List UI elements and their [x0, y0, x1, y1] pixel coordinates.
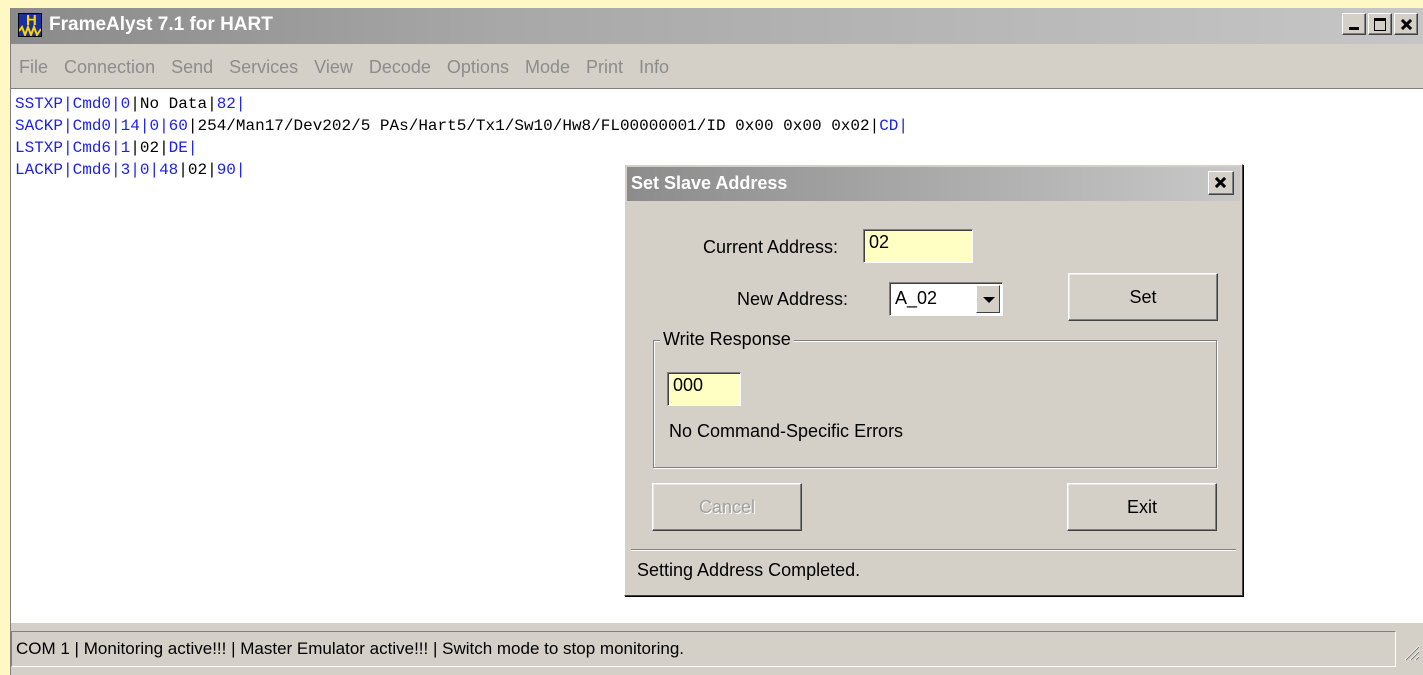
log-segment: |: [178, 161, 188, 179]
log-segment: LSTXP: [15, 139, 64, 157]
menu-bar: File Connection Send Services View Decod…: [11, 52, 677, 82]
new-address-label: New Address:: [737, 289, 849, 309]
log-segment: |: [869, 117, 880, 135]
log-segment: |: [130, 95, 140, 113]
new-address-value: A_02: [895, 288, 938, 308]
log-segment: 0: [149, 117, 160, 135]
window-controls: [1342, 13, 1418, 35]
log-segment: LACKP: [15, 161, 64, 179]
menu-view[interactable]: View: [306, 57, 361, 78]
dialog-title-bar[interactable]: Set Slave Address: [627, 167, 1240, 201]
log-segment: |: [898, 117, 909, 135]
log-segment: 82: [216, 95, 236, 113]
hart-wave-icon[interactable]: H: [18, 13, 42, 37]
window-title: FrameAlyst 7.1 for HART: [49, 14, 273, 35]
log-segment: No Data: [139, 95, 208, 113]
log-segment: |: [63, 161, 73, 179]
maximize-button[interactable]: [1368, 13, 1392, 35]
dialog-close-button[interactable]: [1208, 171, 1234, 195]
log-segment: 3: [120, 161, 131, 179]
write-response-message: No Command-Specific Errors: [669, 421, 904, 441]
menu-decode[interactable]: Decode: [361, 57, 439, 78]
log-segment: SACKP: [15, 117, 64, 135]
log-line: LSTXP|Cmd6|1|02|DE|: [15, 137, 1423, 159]
exit-button[interactable]: Exit: [1067, 483, 1217, 531]
log-segment: |: [63, 117, 73, 135]
log-segment: Cmd6: [72, 161, 112, 179]
menu-services[interactable]: Services: [221, 57, 306, 78]
menu-send[interactable]: Send: [163, 57, 221, 78]
log-segment: |: [111, 117, 121, 135]
log-segment: 14: [120, 117, 140, 135]
dialog-status-text: Setting Address Completed.: [637, 559, 861, 580]
log-line: SSTXP|Cmd0|0|No Data|82|: [15, 93, 1423, 115]
log-segment: CD: [879, 117, 899, 135]
log-segment: Cmd0: [72, 95, 112, 113]
log-segment: Cmd6: [72, 139, 112, 157]
log-segment: |: [63, 139, 73, 157]
chevron-down-icon[interactable]: [976, 285, 1000, 313]
log-segment: |: [63, 95, 73, 113]
status-bar: COM 1 | Monitoring active!!! | Master Em…: [11, 631, 1396, 667]
dialog-title: Set Slave Address: [631, 173, 788, 193]
log-segment: |: [187, 139, 198, 157]
menu-info[interactable]: Info: [631, 57, 677, 78]
log-segment: 90: [216, 161, 236, 179]
log-segment: |: [149, 161, 160, 179]
set-button[interactable]: Set: [1068, 273, 1218, 321]
set-slave-address-dialog: Set Slave Address Current Address: 02 Ne…: [624, 164, 1243, 596]
log-segment: 254/Man17/Dev202/5 PAs/Hart5/Tx1/Sw10/Hw…: [197, 117, 870, 135]
write-response-group: Write Response 000 No Command-Specific E…: [653, 329, 1217, 468]
log-segment: SSTXP: [15, 95, 64, 113]
log-segment: 1: [120, 139, 131, 157]
write-response-field: 000: [667, 372, 741, 406]
menu-options[interactable]: Options: [439, 57, 517, 78]
resize-grip-icon[interactable]: [1400, 641, 1420, 661]
current-address-label: Current Address:: [703, 237, 839, 257]
log-segment: |: [139, 117, 150, 135]
log-segment: |: [130, 161, 140, 179]
log-segment: |: [235, 161, 246, 179]
log-segment: |: [111, 95, 121, 113]
write-response-label: Write Response: [660, 329, 794, 350]
dialog-status-bar: Setting Address Completed.: [631, 549, 1236, 590]
log-segment: Cmd0: [72, 117, 112, 135]
log-segment: |: [207, 161, 217, 179]
log-segment: 02: [139, 139, 160, 157]
cancel-button[interactable]: Cancel: [652, 483, 802, 531]
menu-print[interactable]: Print: [578, 57, 631, 78]
log-segment: 02: [187, 161, 208, 179]
log-line: SACKP|Cmd0|14|0|60|254/Man17/Dev202/5 PA…: [15, 115, 1423, 137]
minimize-button[interactable]: [1342, 13, 1366, 35]
log-segment: 48: [159, 161, 179, 179]
log-segment: |: [111, 161, 121, 179]
log-segment: |: [130, 139, 140, 157]
log-segment: |: [159, 117, 169, 135]
log-segment: |: [235, 95, 246, 113]
menu-connection[interactable]: Connection: [56, 57, 163, 78]
title-bar[interactable]: H FrameAlyst 7.1 for HART: [11, 8, 1423, 44]
close-button[interactable]: [1394, 13, 1418, 35]
menu-file[interactable]: File: [11, 57, 56, 78]
menu-mode[interactable]: Mode: [517, 57, 578, 78]
new-address-select[interactable]: A_02: [889, 282, 1003, 316]
status-text: COM 1 | Monitoring active!!! | Master Em…: [16, 639, 684, 658]
log-segment: 60: [168, 117, 188, 135]
log-segment: |: [207, 95, 217, 113]
log-segment: 0: [120, 95, 131, 113]
current-address-field: 02: [863, 229, 973, 263]
log-segment: |: [159, 139, 169, 157]
log-segment: DE: [168, 139, 188, 157]
log-segment: |: [111, 139, 121, 157]
